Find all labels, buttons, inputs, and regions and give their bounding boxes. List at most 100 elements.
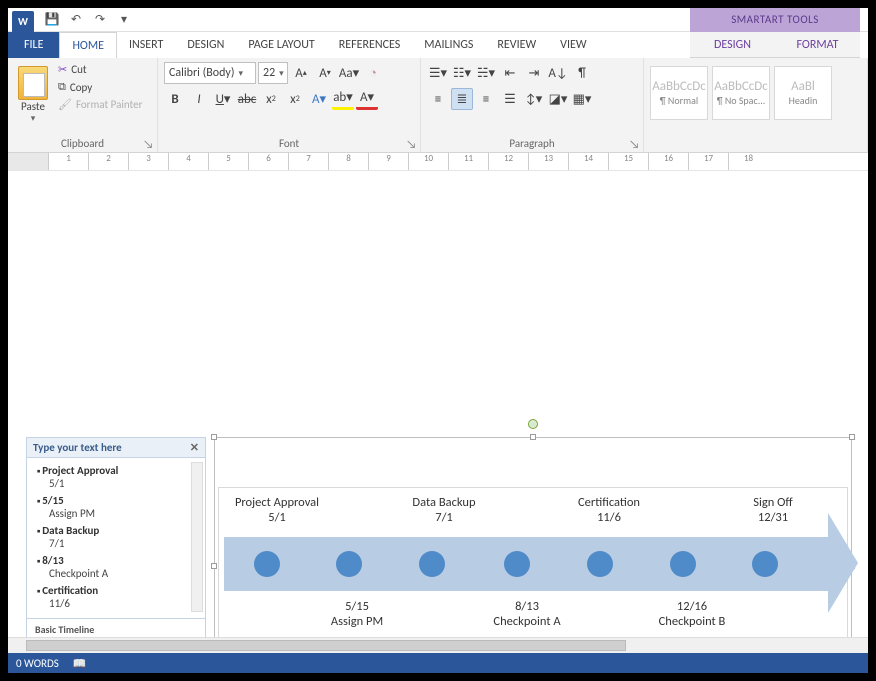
tab-insert[interactable]: INSERT (117, 32, 175, 58)
text-pane-item[interactable]: Project Approval (37, 464, 195, 477)
timeline-dot[interactable] (419, 551, 445, 577)
clear-formatting-button[interactable]: ◔ (362, 62, 384, 84)
subscript-button[interactable]: x2 (260, 88, 282, 110)
decrease-indent-button[interactable]: ⇤ (499, 62, 521, 84)
tab-references[interactable]: REFERENCES (327, 32, 413, 58)
timeline-dot[interactable] (504, 551, 530, 577)
strikethrough-button[interactable]: abc (236, 88, 258, 110)
justify-button[interactable]: ☰ (499, 88, 521, 110)
text-pane-subitem[interactable]: 11/6 (37, 597, 195, 610)
text-pane-subitem[interactable]: 5/1 (37, 477, 195, 490)
qat-customize-icon[interactable]: ▾ (116, 12, 132, 28)
scissors-icon: ✂ (58, 63, 67, 76)
paste-button[interactable]: Paste ▾ (14, 62, 52, 135)
underline-button[interactable]: U▾ (212, 88, 234, 110)
superscript-button[interactable]: x2 (284, 88, 306, 110)
horizontal-scrollbar[interactable] (8, 637, 868, 653)
align-left-button[interactable]: ≡ (427, 88, 449, 110)
style-box[interactable]: AaBbCcDc¶ Normal (650, 66, 708, 120)
text-pane-subitem[interactable]: Checkpoint A (37, 567, 195, 580)
text-pane-item[interactable]: Certification (37, 584, 195, 597)
resize-handle[interactable] (849, 434, 855, 440)
style-box[interactable]: AaBlHeadin (774, 66, 832, 120)
increase-indent-button[interactable]: ⇥ (523, 62, 545, 84)
text-pane-item[interactable]: Data Backup (37, 524, 195, 537)
shrink-font-button[interactable]: A▾ (314, 62, 336, 84)
tab-page-layout[interactable]: PAGE LAYOUT (236, 32, 326, 58)
cut-button[interactable]: ✂Cut (56, 62, 144, 77)
line-spacing-button[interactable]: ↕▾ (523, 88, 545, 110)
tab-file[interactable]: FILE (8, 32, 59, 58)
sort-button[interactable]: A↓ (547, 62, 569, 84)
format-painter-button[interactable]: 🖌Format Painter (56, 97, 144, 112)
copy-button[interactable]: ⧉Copy (56, 79, 144, 95)
borders-button[interactable]: ▦▾ (571, 88, 593, 110)
change-case-button[interactable]: Aa▾ (338, 62, 360, 84)
timeline-dot[interactable] (587, 551, 613, 577)
bold-button[interactable]: B (164, 88, 186, 110)
clipboard-launcher-icon[interactable]: ↘ (143, 138, 155, 150)
save-icon[interactable]: 💾 (44, 12, 60, 28)
undo-icon[interactable]: ↶ (68, 12, 84, 28)
timeline-dot[interactable] (752, 551, 778, 577)
text-effects-button[interactable]: A▾ (308, 88, 330, 110)
word-count[interactable]: 0 WORDS (16, 657, 59, 670)
tab-smartart-format[interactable]: FORMAT (775, 32, 860, 57)
rotate-handle-icon[interactable] (528, 419, 538, 429)
resize-handle[interactable] (211, 434, 217, 440)
horizontal-ruler[interactable]: 123456789101112131415161718 (8, 153, 868, 171)
close-icon[interactable]: ✕ (190, 441, 199, 454)
timeline-event-top[interactable]: Certification11/6 (564, 495, 654, 525)
align-center-button[interactable]: ≣ (451, 88, 473, 110)
paste-icon (18, 66, 48, 100)
resize-handle[interactable] (530, 434, 536, 440)
word-logo: W (12, 11, 34, 33)
font-size-select[interactable]: 22 (258, 62, 288, 84)
text-pane-subitem[interactable]: Assign PM (37, 507, 195, 520)
clipboard-group-label: Clipboard (14, 135, 151, 150)
tab-review[interactable]: REVIEW (485, 32, 548, 58)
timeline-dot[interactable] (670, 551, 696, 577)
smartart-timeline[interactable]: Project Approval5/1 Data Backup7/1 Certifi… (214, 437, 852, 655)
redo-icon[interactable]: ↷ (92, 12, 108, 28)
tab-smartart-design[interactable]: DESIGN (690, 32, 775, 57)
timeline-arrow-head (828, 513, 858, 613)
text-pane-item[interactable]: 5/15 (37, 494, 195, 507)
align-right-button[interactable]: ≡ (475, 88, 497, 110)
timeline-event-top[interactable]: Data Backup7/1 (399, 495, 489, 525)
timeline-event-top[interactable]: Sign Off12/31 (728, 495, 818, 525)
italic-button[interactable]: I (188, 88, 210, 110)
font-color-button[interactable]: A▾ (356, 88, 378, 110)
paragraph-launcher-icon[interactable]: ↘ (629, 138, 641, 150)
text-pane-item[interactable]: 8/13 (37, 554, 195, 567)
timeline-dot[interactable] (254, 551, 280, 577)
timeline-event-top[interactable]: Project Approval5/1 (232, 495, 322, 525)
multilevel-list-button[interactable]: ☵▾ (475, 62, 497, 84)
paste-label: Paste (21, 100, 45, 113)
grow-font-button[interactable]: A▴ (290, 62, 312, 84)
text-pane-scrollbar[interactable] (191, 462, 203, 612)
resize-handle[interactable] (211, 563, 217, 569)
show-marks-button[interactable]: ¶ (571, 62, 593, 84)
tab-home[interactable]: HOME (59, 32, 117, 58)
numbering-button[interactable]: ☷▾ (451, 62, 473, 84)
tab-view[interactable]: VIEW (548, 32, 598, 58)
highlight-button[interactable]: ab▾ (332, 88, 354, 110)
style-box[interactable]: AaBbCcDc¶ No Spac... (712, 66, 770, 120)
font-name-select[interactable]: Calibri (Body) (164, 62, 256, 84)
timeline-event-bottom[interactable]: 5/15Assign PM (312, 599, 402, 629)
bullets-button[interactable]: ☰▾ (427, 62, 449, 84)
spellcheck-icon[interactable]: 📖 (73, 657, 87, 670)
text-pane-subitem[interactable]: 7/1 (37, 537, 195, 550)
smartart-text-pane[interactable]: Type your text here ✕ Project Approval5/… (26, 437, 206, 655)
tab-mailings[interactable]: MAILINGS (412, 32, 485, 58)
timeline-event-bottom[interactable]: 12/16Checkpoint B (647, 599, 737, 629)
styles-group-label (650, 148, 861, 150)
font-launcher-icon[interactable]: ↘ (406, 138, 418, 150)
scrollbar-thumb[interactable] (26, 640, 626, 651)
contextual-tab-label: SMARTART TOOLS (690, 8, 860, 32)
timeline-event-bottom[interactable]: 8/13Checkpoint A (482, 599, 572, 629)
shading-button[interactable]: ◪▾ (547, 88, 569, 110)
tab-design[interactable]: DESIGN (175, 32, 236, 58)
timeline-dot[interactable] (336, 551, 362, 577)
